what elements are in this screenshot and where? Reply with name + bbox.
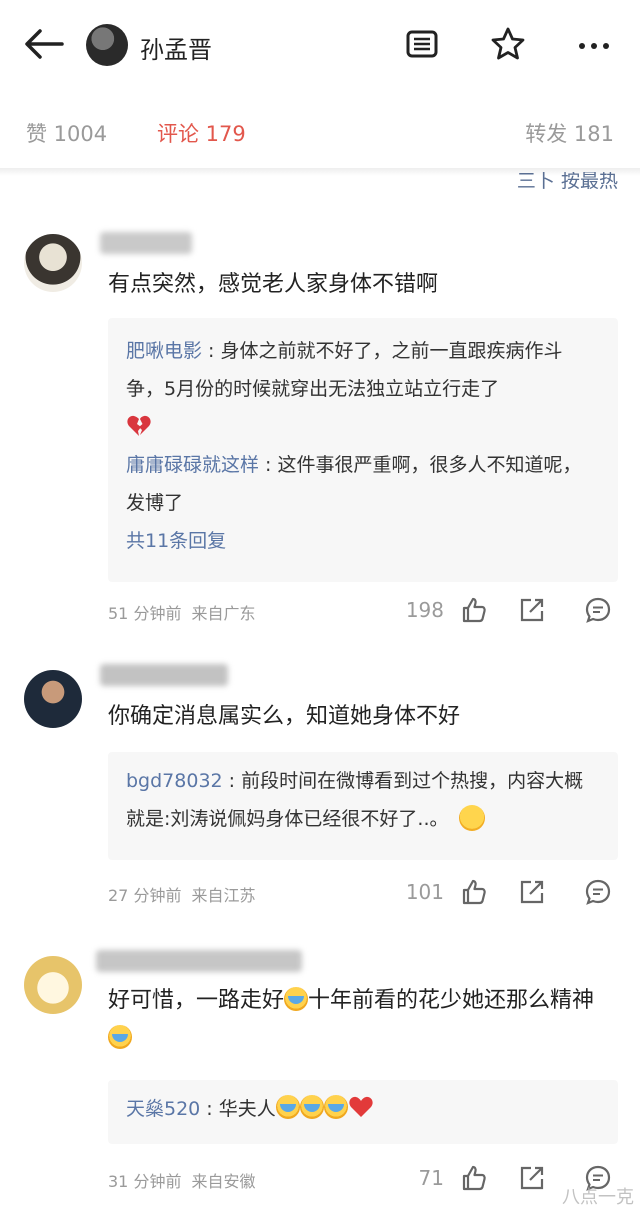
reply-username[interactable]: bgd78032 [126, 770, 223, 792]
comment-meta: 51 分钟前 来自广东 [108, 600, 255, 624]
thumbs-up-icon[interactable] [460, 596, 488, 624]
reply-username[interactable]: 肥啾电影 [126, 340, 202, 362]
comment-text-part: 十年前看的花少她还那么精神 [308, 988, 595, 1013]
share-icon[interactable] [518, 1164, 546, 1192]
thumbs-up-icon[interactable] [460, 878, 488, 906]
reply-item: bgd78032 : 前段时间在微博看到过个热搜，内容大概就是:刘涛说佩妈身体已… [126, 770, 584, 831]
reply-item: 庸庸碌碌就这样 : 这件事很严重啊，很多人不知道呢，发博了 [126, 454, 582, 514]
tab-reposts[interactable]: 转发 181 [525, 118, 614, 148]
reply-icon[interactable] [584, 596, 612, 624]
like-count: 101 [405, 880, 444, 904]
author-name[interactable]: 孙孟晋 [140, 30, 212, 65]
avatar[interactable] [24, 234, 82, 292]
reply-box[interactable]: 肥啾电影 : 身体之前就不好了，之前一直跟疾病作斗争，5月份的时候就穿出无法独立… [108, 318, 618, 582]
share-icon[interactable] [518, 596, 546, 624]
like-count: 198 [405, 598, 444, 622]
crying-face-icon [323, 1095, 348, 1119]
comment-text-part: 好可惜，一路走好 [108, 988, 285, 1013]
username-blurred[interactable] [100, 232, 192, 254]
username-blurred[interactable] [96, 950, 302, 972]
comment-text: 好可惜，一路走好 十年前看的花少她还那么精神 [108, 982, 618, 1058]
reply-icon[interactable] [584, 878, 612, 906]
thumbs-up-icon[interactable] [460, 1164, 488, 1192]
comment-text: 有点突然，感觉老人家身体不错啊 [108, 272, 439, 297]
comment-actions: 101 [396, 878, 616, 908]
comment-location: 来自广东 [191, 604, 256, 623]
comment-meta: 31 分钟前 来自安徽 [108, 1168, 255, 1192]
article-icon[interactable] [404, 26, 440, 62]
reply-text: 华夫人 [218, 1098, 276, 1120]
heart-icon [349, 1096, 373, 1117]
comment-time: 31 分钟前 [108, 1172, 182, 1191]
comment-location: 来自江苏 [191, 886, 256, 905]
author-avatar[interactable] [86, 24, 128, 66]
comment-meta: 27 分钟前 来自江苏 [108, 882, 255, 906]
crying-face-icon [275, 1095, 300, 1119]
broken-heart-icon [127, 415, 151, 436]
comment-location: 来自安徽 [191, 1172, 256, 1191]
tab-comments[interactable]: 评论 179 [157, 118, 246, 148]
tab-likes[interactable]: 赞 1004 [26, 118, 107, 148]
sort-icon: 三卜 [516, 170, 555, 192]
username-blurred[interactable] [100, 664, 228, 686]
more-icon[interactable] [576, 26, 612, 62]
comment-time: 27 分钟前 [108, 886, 182, 905]
watermark: 八点一克 [562, 1187, 634, 1208]
star-icon[interactable] [490, 26, 526, 62]
share-icon[interactable] [518, 878, 546, 906]
comment-actions: 198 [396, 596, 616, 626]
like-count: 71 [418, 1166, 444, 1190]
sad-face-icon [458, 805, 485, 831]
comment-text: 你确定消息属实么，知道她身体不好 [108, 704, 461, 729]
sort-label: 按最热 [560, 170, 618, 192]
reply-item: 天燊520 : 华夫人 [126, 1090, 600, 1128]
reply-username[interactable]: 天燊520 [126, 1098, 200, 1120]
crying-face-icon [108, 1025, 132, 1049]
stats-tabs: 赞 1004 评论 179 转发 181 [0, 108, 640, 156]
avatar[interactable] [24, 670, 82, 728]
comment-time: 51 分钟前 [108, 604, 182, 623]
reply-item: 肥啾电影 : 身体之前就不好了，之前一直跟疾病作斗争，5月份的时候就穿出无法独立… [126, 332, 600, 446]
reply-box[interactable]: bgd78032 : 前段时间在微博看到过个热搜，内容大概就是:刘涛说佩妈身体已… [108, 752, 618, 860]
top-bar: 孙孟晋 [0, 0, 640, 92]
reply-box[interactable]: 天燊520 : 华夫人 [108, 1080, 618, 1144]
reply-username[interactable]: 庸庸碌碌就这样 [126, 454, 259, 476]
back-arrow-icon[interactable] [22, 26, 66, 62]
crying-face-icon [299, 1095, 324, 1119]
more-replies-link[interactable]: 共11条回复 [126, 522, 600, 560]
avatar[interactable] [24, 956, 82, 1014]
crying-face-icon [284, 987, 309, 1011]
